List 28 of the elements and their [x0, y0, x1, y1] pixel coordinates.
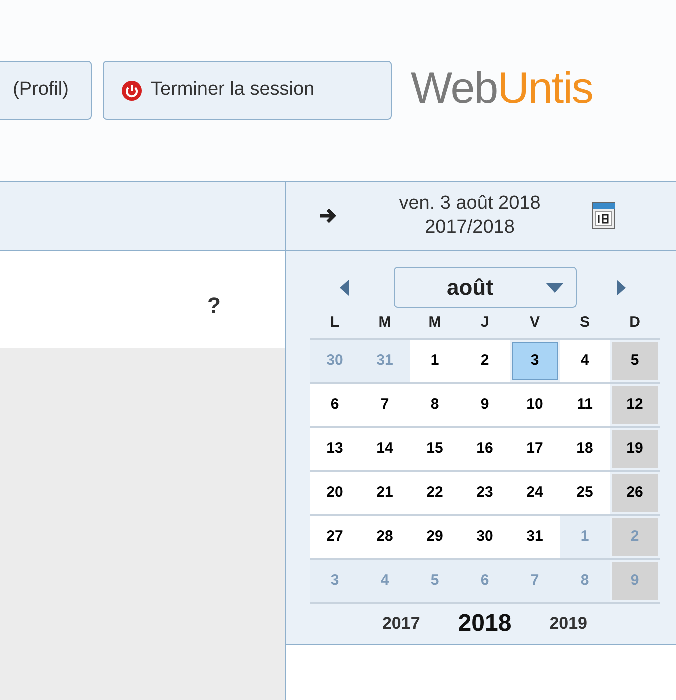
calendar-day[interactable]: 5: [612, 342, 658, 380]
year-link[interactable]: 2017: [382, 611, 420, 637]
month-select[interactable]: août: [394, 267, 577, 308]
weekday-header: J: [480, 312, 490, 333]
next-month-icon[interactable]: [616, 280, 626, 296]
calendar-icon[interactable]: [592, 202, 616, 230]
year-link[interactable]: 2018: [458, 606, 512, 642]
weekday-header: D: [628, 312, 642, 333]
calendar-day[interactable]: 3: [512, 342, 558, 380]
weekday-header: V: [528, 312, 541, 333]
calendar-day[interactable]: 12: [612, 386, 658, 424]
weekday-header: M: [378, 312, 392, 333]
dropdown-caret-icon: [546, 282, 564, 292]
weekday-header: L: [329, 312, 341, 333]
school-year: 2017/2018: [425, 216, 515, 240]
logo: WebUntis: [410, 67, 593, 111]
weekday-header: M: [428, 312, 442, 333]
year-link[interactable]: 2019: [550, 611, 588, 637]
weekday-header: S: [578, 312, 591, 333]
calendar-day[interactable]: 26: [612, 474, 658, 512]
profile-button[interactable]: (Profil): [0, 61, 92, 120]
logout-button[interactable]: Terminer la session: [102, 61, 392, 120]
power-icon: [122, 80, 142, 100]
help-link[interactable]: ?: [208, 289, 221, 322]
current-date: ven. 3 août 2018: [399, 192, 541, 216]
arrow-right-icon[interactable]: [318, 207, 338, 225]
calendar-day[interactable]: 19: [612, 430, 658, 468]
previous-month-icon[interactable]: [340, 280, 350, 296]
